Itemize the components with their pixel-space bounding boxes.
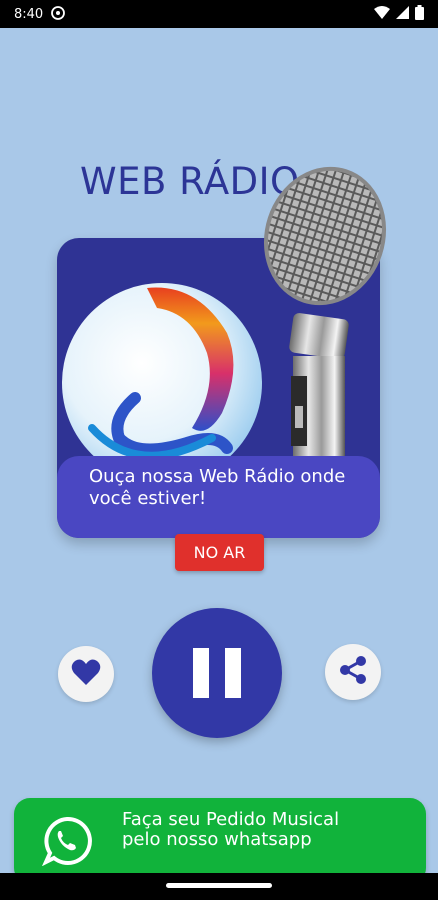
whatsapp-banner-text: Faça seu Pedido Musical pelo nosso whats… <box>122 809 340 850</box>
app-screen: WEB RÁDIO Ouça nossa Web Rádio onde você… <box>0 28 438 884</box>
signal-icon <box>396 6 409 22</box>
live-badge: NO AR <box>175 534 264 571</box>
share-icon <box>337 654 369 691</box>
navigation-bar <box>0 873 438 900</box>
home-gesture-handle[interactable] <box>166 883 272 888</box>
shield-settings-icon <box>51 5 66 23</box>
favorite-button[interactable] <box>58 646 114 702</box>
card-caption: Ouça nossa Web Rádio onde você estiver! <box>57 456 380 538</box>
battery-icon <box>415 5 424 23</box>
status-time: 8:40 <box>14 6 44 22</box>
status-bar: 8:40 <box>0 0 438 28</box>
pause-icon <box>185 648 249 698</box>
whatsapp-icon <box>41 816 92 871</box>
pause-button[interactable] <box>152 608 282 738</box>
wifi-icon <box>374 6 390 22</box>
whatsapp-request-button[interactable]: Faça seu Pedido Musical pelo nosso whats… <box>14 798 426 884</box>
microphone-icon <box>263 166 387 456</box>
heart-icon <box>71 658 101 691</box>
share-button[interactable] <box>325 644 381 700</box>
